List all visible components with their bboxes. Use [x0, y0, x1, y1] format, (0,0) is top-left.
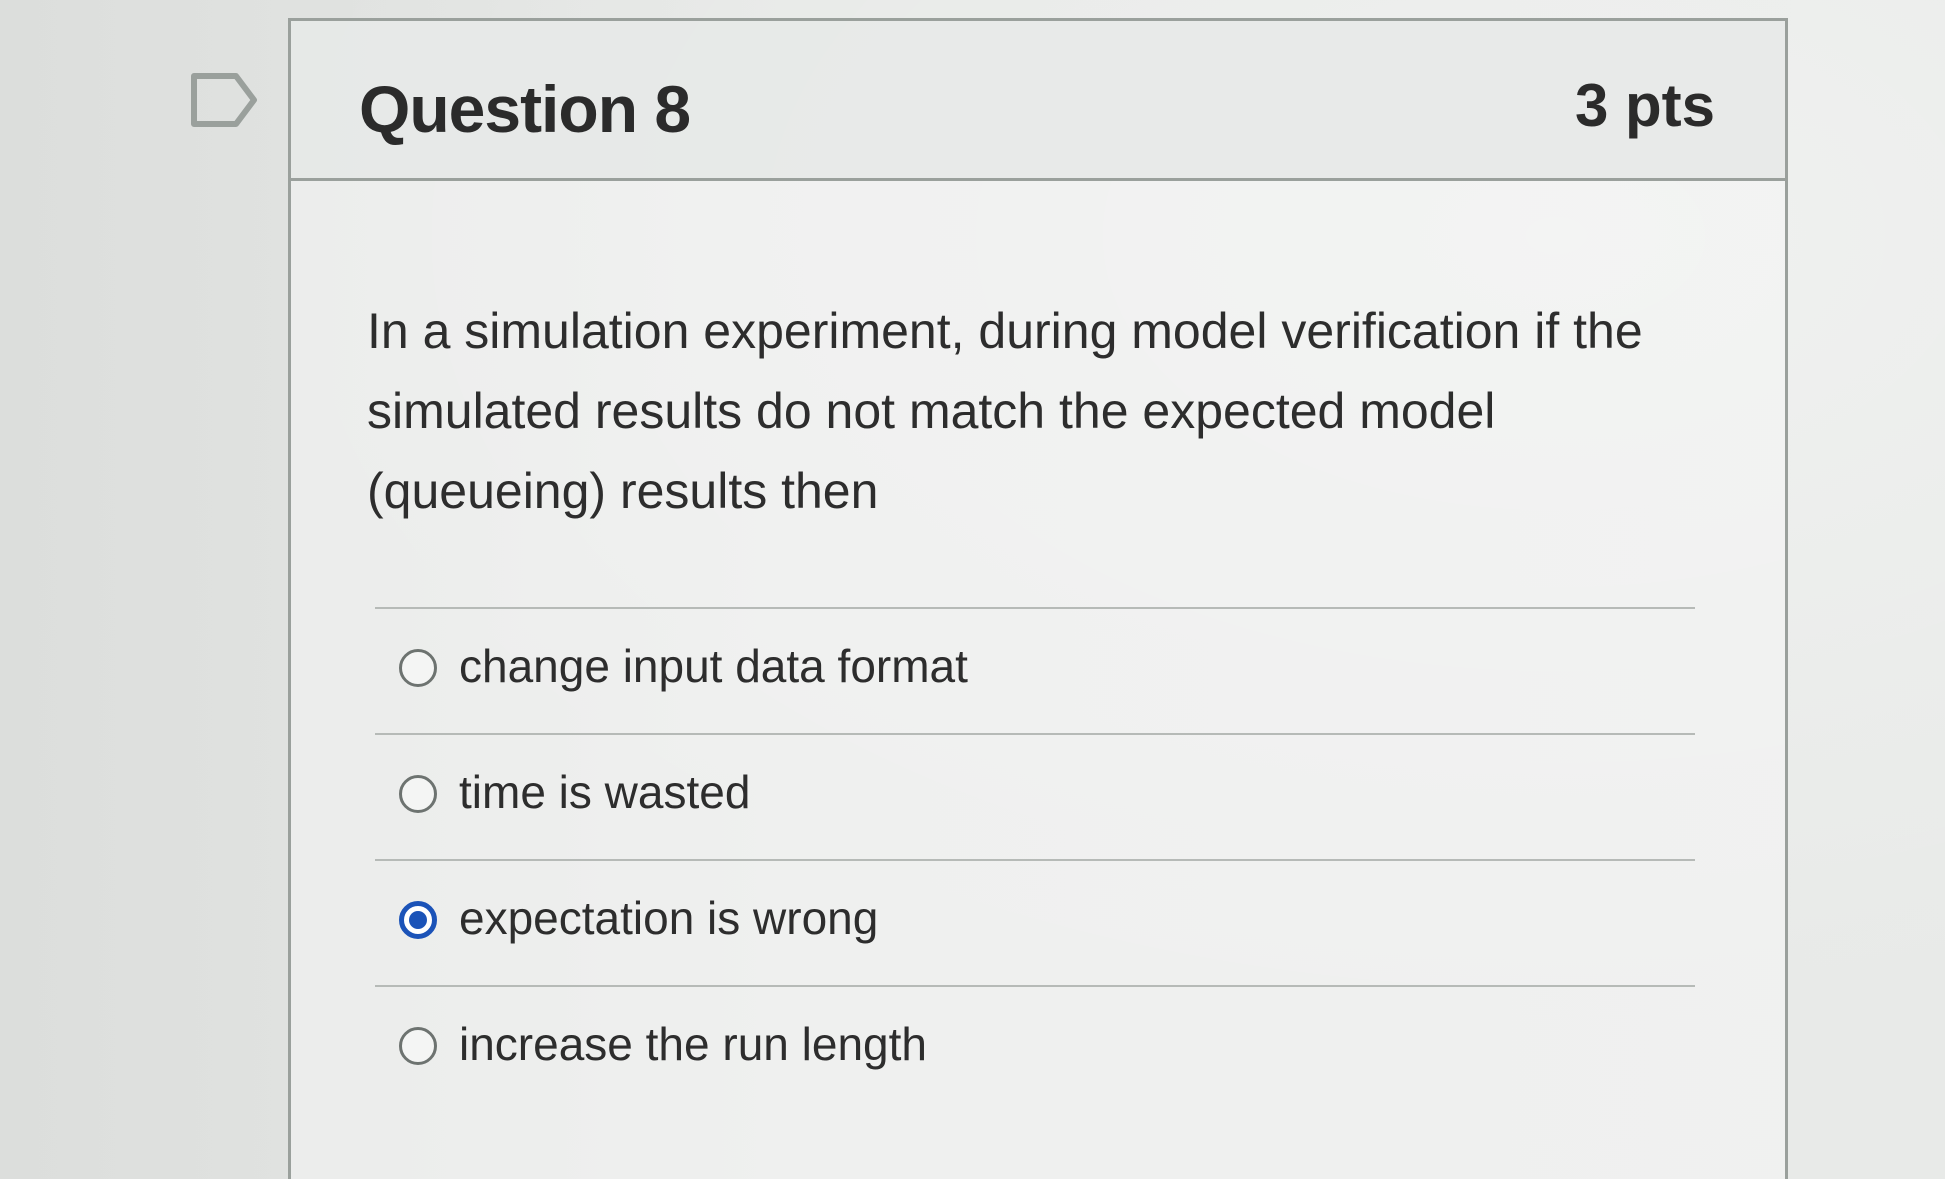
question-card: Question 8 3 pts In a simulation experim… [288, 18, 1788, 1179]
answer-label[interactable]: change input data format [459, 639, 968, 693]
question-points: 3 pts [1574, 72, 1715, 139]
question-header: Question 8 3 pts [291, 21, 1785, 181]
answer-label[interactable]: expectation is wrong [459, 891, 878, 945]
radio-button[interactable] [399, 1027, 437, 1065]
quiz-page: Question 8 3 pts In a simulation experim… [0, 0, 1945, 1179]
radio-button[interactable] [399, 649, 437, 687]
answer-option[interactable]: change input data format [375, 607, 1695, 733]
question-title: Question 8 [359, 72, 691, 146]
radio-button[interactable] [399, 775, 437, 813]
answer-option[interactable]: expectation is wrong [375, 859, 1695, 985]
answer-label[interactable]: time is wasted [459, 765, 750, 819]
radio-button-selected[interactable] [399, 901, 437, 939]
answer-list: change input data format time is wasted … [375, 607, 1695, 1111]
answer-option[interactable]: time is wasted [375, 733, 1695, 859]
answer-option[interactable]: increase the run length [375, 985, 1695, 1111]
answer-label[interactable]: increase the run length [459, 1017, 927, 1071]
flag-icon[interactable] [190, 72, 260, 128]
question-text: In a simulation experiment, during model… [367, 303, 1643, 519]
